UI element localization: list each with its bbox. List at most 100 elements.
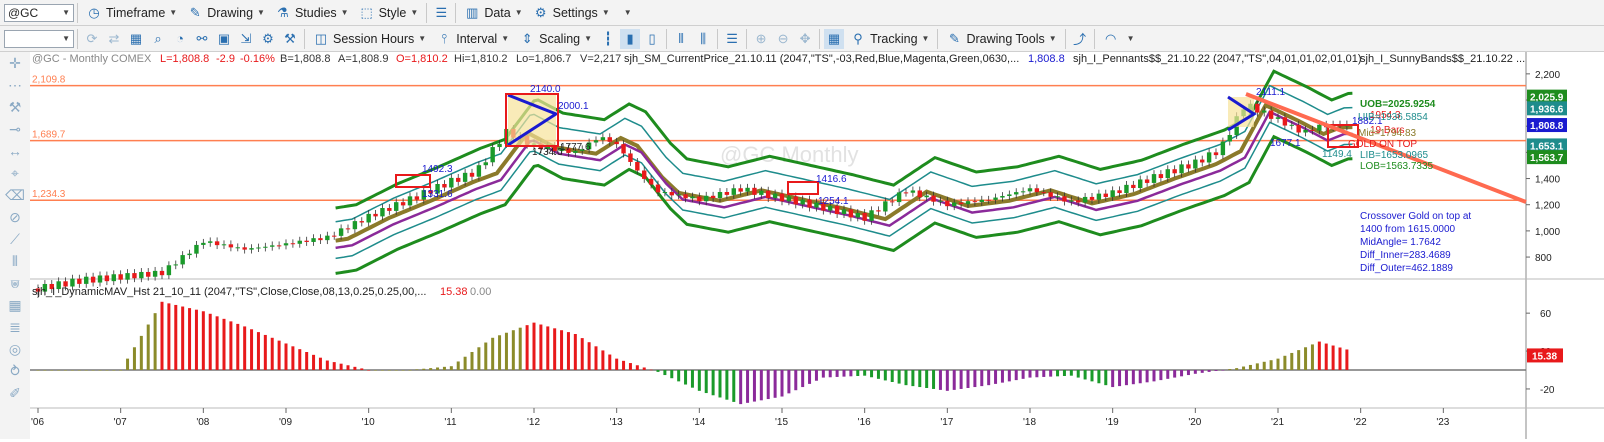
studies-menu[interactable]: ⚗ Studies ▼	[270, 2, 354, 24]
separator	[1064, 28, 1066, 49]
separator	[717, 28, 719, 49]
circle-tool-icon[interactable]: ◎	[0, 338, 30, 360]
interval-menu[interactable]: ⫯ Interval ▼	[431, 28, 514, 50]
chevron-down-icon: ▼	[257, 8, 265, 17]
overflow-menu[interactable]: ▼	[615, 2, 637, 24]
ohlc-bar-icon[interactable]: ┇	[598, 29, 618, 49]
pan-icon[interactable]: ✥	[795, 29, 815, 49]
histogram-bar	[587, 342, 591, 370]
histogram-bar	[1228, 369, 1232, 370]
add-study-icon[interactable]: ⤴	[1070, 29, 1090, 49]
drawing-tools-menu[interactable]: ✎ Drawing Tools ▼	[941, 28, 1061, 50]
candlestick-icon[interactable]: ▮	[620, 28, 641, 49]
lower-pane-value: 15.38	[440, 286, 468, 298]
y-tick-label: 2,200	[1535, 70, 1560, 81]
tools-icon[interactable]: ⚒	[280, 29, 300, 49]
candle-body	[600, 137, 606, 141]
histogram-bar	[1049, 370, 1053, 377]
candle-body	[249, 248, 254, 250]
header-study-value: 1,808.8	[1028, 53, 1065, 65]
pennant-icon[interactable]: ⩐	[0, 272, 30, 294]
drag-handle-icon[interactable]: ⋯	[0, 74, 30, 96]
info-line-5: Diff_Outer=462.1889	[1360, 263, 1453, 274]
histogram-bar	[491, 337, 495, 370]
histogram-bar	[938, 370, 942, 390]
timeframe-menu[interactable]: ◷ Timeframe ▼	[81, 2, 182, 24]
brush-icon[interactable]: ✐	[0, 382, 30, 404]
studies-label: Studies	[294, 5, 337, 20]
grid-tool-icon[interactable]: ▦	[0, 294, 30, 316]
histogram-bar	[470, 352, 474, 370]
data-window-icon[interactable]: ▦	[824, 28, 845, 49]
tracking-menu[interactable]: ⚲ Tracking ▼	[845, 28, 934, 50]
transform-icon[interactable]: ⌖	[0, 162, 30, 184]
candle-body	[869, 210, 874, 221]
candle-body	[704, 195, 709, 202]
histogram-bar	[236, 323, 240, 370]
eraser-icon[interactable]: ⌫	[0, 184, 30, 206]
separator	[77, 2, 78, 23]
data-menu[interactable]: ▥ Data ▼	[459, 2, 527, 24]
y-tick-label: 1,000	[1535, 227, 1560, 238]
tracking-label: Tracking	[870, 31, 918, 46]
histogram-bar	[91, 370, 95, 371]
volume-bars-icon[interactable]: ⦀	[671, 29, 691, 49]
histogram-bar	[139, 335, 143, 370]
candle-body	[697, 196, 702, 202]
zoom-search-icon[interactable]: ⌕	[148, 29, 168, 49]
config-icon[interactable]: ⚙	[258, 29, 278, 49]
histogram-bar	[752, 370, 756, 402]
link-icon[interactable]: ⚯	[192, 29, 212, 49]
image-icon[interactable]: ▣	[214, 29, 234, 49]
cycle-icon[interactable]: ⥁	[0, 360, 30, 382]
panes-icon[interactable]: ☰	[431, 3, 451, 23]
header-ask: A=1,808.9	[338, 53, 388, 65]
settings-menu[interactable]: ⚙ Settings ▼	[528, 2, 615, 24]
panes-icon[interactable]: ☰	[722, 29, 742, 49]
wrench-icon[interactable]: ⚒	[0, 96, 30, 118]
session-hours-menu[interactable]: ◫ Session Hours ▼	[308, 28, 431, 50]
histogram-bar	[553, 328, 557, 370]
candle-body	[1213, 152, 1219, 156]
candle-body	[1096, 193, 1102, 200]
bar-spacing-icon[interactable]: ⫼	[693, 29, 713, 49]
interval-combo[interactable]: ▼	[4, 29, 74, 48]
zoom-in-icon[interactable]: ⊕	[751, 29, 771, 49]
mid-label: Mid=1794.83	[1358, 128, 1417, 139]
histogram-bar	[973, 370, 977, 388]
export-icon[interactable]: ⇲	[236, 29, 256, 49]
scaling-menu[interactable]: ⇕ Scaling ▼	[514, 28, 597, 50]
candle-body	[1055, 196, 1060, 198]
horizontal-arrows-icon[interactable]: ↔	[0, 140, 30, 162]
candle-body	[1227, 135, 1232, 142]
columns-icon[interactable]: ⦀	[0, 250, 30, 272]
chart-canvas[interactable]: @GC Monthly 2,109.81,689.71,234.3 2140.0…	[30, 52, 1604, 439]
candle-body	[1034, 188, 1040, 193]
candle-body	[683, 194, 688, 199]
candle-body	[910, 190, 916, 193]
candle-body	[766, 190, 771, 199]
hollow-candle-icon[interactable]: ▯	[642, 29, 662, 49]
sync-icon[interactable]: ⇄	[104, 29, 124, 49]
fibonacci-icon[interactable]: ≣	[0, 316, 30, 338]
gold-on-top-label: GOLD ON TOP	[1348, 139, 1417, 150]
zoom-out-icon[interactable]: ⊖	[773, 29, 793, 49]
candle-body	[738, 188, 743, 192]
grid-icon[interactable]: ▦	[126, 29, 146, 49]
histogram-bar	[718, 370, 722, 398]
timeframe-label: Timeframe	[106, 5, 166, 20]
histogram-bar	[725, 370, 729, 400]
histogram-bar	[1000, 370, 1004, 383]
pointer-icon[interactable]: ✛	[0, 52, 30, 74]
gauge-icon[interactable]: ◔	[170, 29, 190, 49]
refresh-icon[interactable]: ⟳	[82, 29, 102, 49]
drawing-menu[interactable]: ✎ Drawing ▼	[182, 2, 270, 24]
trend-line-icon[interactable]: ⟋	[0, 228, 30, 250]
chart-area[interactable]: @GC Monthly 2,109.8 1,689.7 1,234.3 2140.0…	[30, 52, 1604, 439]
style-menu[interactable]: ⬚ Style ▼	[354, 2, 424, 24]
monitor-menu[interactable]: ◠ ▼	[1098, 28, 1140, 50]
compass-icon[interactable]: ⊘	[0, 206, 30, 228]
measure-icon[interactable]: ⊸	[0, 118, 30, 140]
candle-body	[173, 264, 178, 266]
symbol-combo[interactable]: @GC ▼	[4, 3, 74, 22]
